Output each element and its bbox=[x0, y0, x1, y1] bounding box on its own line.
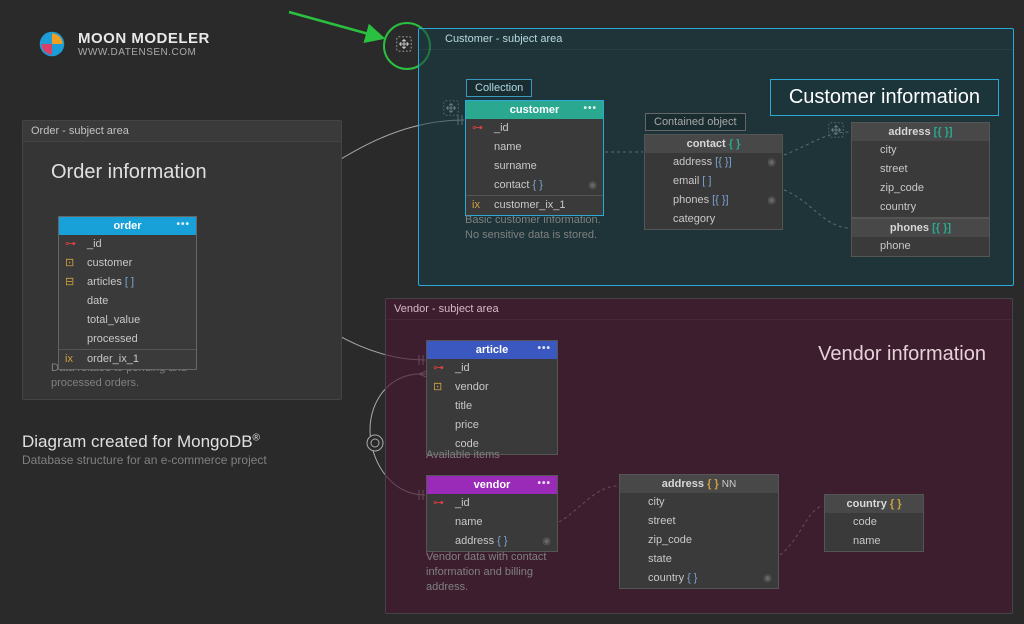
key-icon: ⊶ bbox=[433, 496, 451, 511]
field-row[interactable]: total_value bbox=[59, 311, 196, 330]
field-row[interactable]: ⊶_id bbox=[59, 235, 196, 254]
field-row[interactable]: category bbox=[645, 210, 782, 229]
brand-title: MOON MODELER bbox=[78, 30, 210, 47]
field-row[interactable]: ⊶_id bbox=[427, 359, 557, 378]
entity-header: contact { } bbox=[645, 135, 782, 153]
index-icon: ix bbox=[472, 198, 490, 213]
more-icon[interactable]: ••• bbox=[176, 219, 190, 230]
more-icon[interactable]: ••• bbox=[537, 343, 551, 354]
eye-icon[interactable]: ◉ bbox=[588, 178, 597, 193]
field-row[interactable]: contact{ }◉ bbox=[466, 176, 603, 195]
object-icon: ⊡ bbox=[65, 256, 83, 271]
array-icon: ⊟ bbox=[65, 275, 83, 290]
entity-header: article••• bbox=[427, 341, 557, 359]
field-row[interactable]: street bbox=[620, 512, 778, 531]
entity-address-vendor[interactable]: address { } NN city street zip_code stat… bbox=[619, 474, 779, 589]
entity-tag: Contained object bbox=[645, 113, 746, 131]
index-icon: ix bbox=[65, 352, 83, 367]
eye-icon[interactable]: ◉ bbox=[767, 155, 776, 170]
field-row[interactable]: ⊶_id bbox=[466, 119, 603, 138]
entity-vendor[interactable]: vendor••• ⊶_id name address{ }◉ bbox=[426, 475, 558, 552]
field-row[interactable]: surname bbox=[466, 157, 603, 176]
area-header: Order - subject area bbox=[23, 121, 341, 142]
field-row[interactable]: ⊟articles[ ] bbox=[59, 273, 196, 292]
entity-note: Vendor data with contact information and… bbox=[426, 550, 546, 595]
field-row[interactable]: email[ ] bbox=[645, 172, 782, 191]
field-row[interactable]: address[{ }]◉ bbox=[645, 153, 782, 172]
entity-header: phones [{ }] bbox=[852, 219, 989, 237]
area-title: Customer information bbox=[770, 79, 999, 116]
field-row[interactable]: state bbox=[620, 550, 778, 569]
area-header: Vendor - subject area bbox=[386, 299, 1012, 320]
entity-country[interactable]: country { } code name bbox=[824, 494, 924, 552]
entity-header: vendor••• bbox=[427, 476, 557, 494]
highlight-arrow-icon bbox=[287, 8, 397, 48]
field-row[interactable]: city bbox=[620, 493, 778, 512]
field-row[interactable]: address{ }◉ bbox=[427, 532, 557, 551]
entity-header: address { } NN bbox=[620, 475, 778, 493]
object-icon: ⊡ bbox=[433, 380, 451, 395]
more-icon[interactable]: ••• bbox=[583, 103, 597, 114]
field-row[interactable]: title bbox=[427, 397, 557, 416]
index-row[interactable]: ixorder_ix_1 bbox=[59, 350, 196, 369]
key-icon: ⊶ bbox=[472, 121, 490, 136]
entity-tag: Collection bbox=[466, 79, 532, 97]
drag-handle-icon[interactable] bbox=[395, 35, 413, 53]
field-row[interactable]: zip_code bbox=[852, 179, 989, 198]
field-row[interactable]: price bbox=[427, 416, 557, 435]
entity-address-customer[interactable]: address [{ }] city street zip_code count… bbox=[851, 122, 990, 218]
entity-header: customer••• bbox=[466, 101, 603, 119]
field-row[interactable]: processed bbox=[59, 330, 196, 349]
brand-url: WWW.DATENSEN.COM bbox=[78, 47, 210, 58]
key-icon: ⊶ bbox=[65, 237, 83, 252]
diagram-description: Diagram created for MongoDB® Database st… bbox=[22, 432, 267, 467]
entity-header: country { } bbox=[825, 495, 923, 513]
area-title: Order information bbox=[51, 161, 207, 184]
more-icon[interactable]: ••• bbox=[537, 478, 551, 489]
entity-phones[interactable]: phones [{ }] phone bbox=[851, 218, 990, 257]
entity-header: order••• bbox=[59, 217, 196, 235]
entity-note: Available items bbox=[426, 448, 500, 463]
field-row[interactable]: name bbox=[427, 513, 557, 532]
area-title: Vendor information bbox=[818, 343, 986, 366]
entity-article[interactable]: article••• ⊶_id ⊡vendor title price code bbox=[426, 340, 558, 455]
brand-header: MOON MODELER WWW.DATENSEN.COM bbox=[38, 30, 210, 58]
field-row[interactable]: phones[{ }]◉ bbox=[645, 191, 782, 210]
brand-logo-icon bbox=[38, 30, 66, 58]
entity-header: address [{ }] bbox=[852, 123, 989, 141]
field-row[interactable]: country{ }◉ bbox=[620, 569, 778, 588]
key-icon: ⊶ bbox=[433, 361, 451, 376]
field-row[interactable]: name bbox=[466, 138, 603, 157]
field-row[interactable]: country bbox=[852, 198, 989, 217]
entity-order[interactable]: order••• ⊶_id ⊡customer ⊟articles[ ] dat… bbox=[58, 216, 197, 370]
field-row[interactable]: name bbox=[825, 532, 923, 551]
field-row[interactable]: street bbox=[852, 160, 989, 179]
entity-customer[interactable]: Collection customer••• ⊶_id name surname… bbox=[465, 100, 604, 216]
area-header: Customer - subject area bbox=[419, 29, 1013, 50]
eye-icon[interactable]: ◉ bbox=[542, 534, 551, 549]
field-row[interactable]: zip_code bbox=[620, 531, 778, 550]
field-row[interactable]: city bbox=[852, 141, 989, 160]
field-row[interactable]: code bbox=[825, 513, 923, 532]
field-row[interactable]: phone bbox=[852, 237, 989, 256]
field-row[interactable]: date bbox=[59, 292, 196, 311]
eye-icon[interactable]: ◉ bbox=[763, 571, 772, 586]
field-row[interactable]: ⊡customer bbox=[59, 254, 196, 273]
entity-note: Basic customer information. No sensitive… bbox=[465, 213, 601, 243]
entity-contact[interactable]: Contained object contact { } address[{ }… bbox=[644, 134, 783, 230]
field-row[interactable]: ⊡vendor bbox=[427, 378, 557, 397]
eye-icon[interactable]: ◉ bbox=[767, 193, 776, 208]
field-row[interactable]: ⊶_id bbox=[427, 494, 557, 513]
